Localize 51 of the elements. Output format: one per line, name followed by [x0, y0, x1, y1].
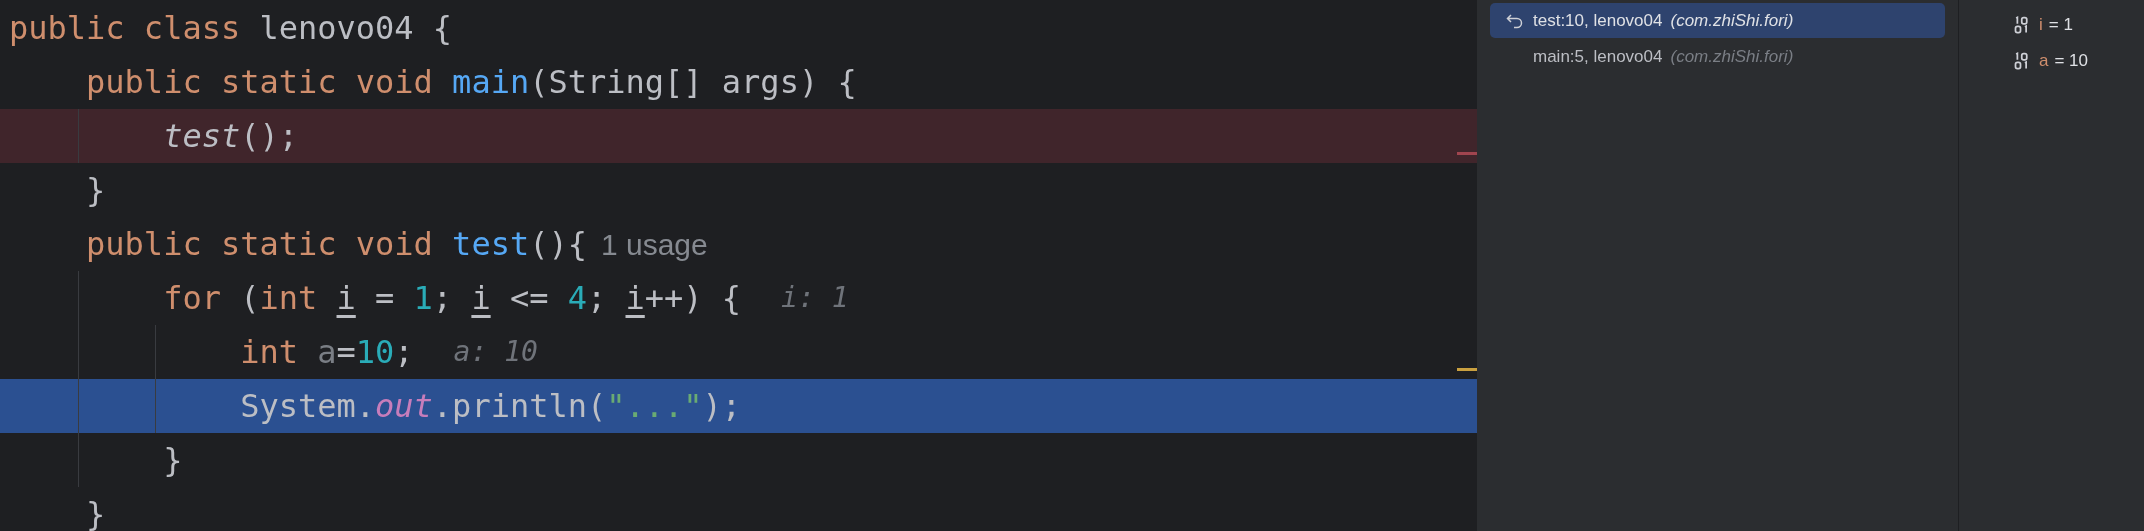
code-text: (String[] args) {	[529, 62, 857, 103]
code-text: (){	[529, 224, 587, 265]
loop-variable: i	[471, 278, 491, 319]
variable-name: a	[317, 332, 337, 373]
inline-value-hint: a: 10	[453, 334, 538, 370]
keyword: public static void	[85, 62, 434, 103]
method-call: test	[162, 116, 241, 157]
code-text: ();	[240, 116, 298, 157]
keyword: public class	[9, 8, 242, 49]
code-text: (	[240, 278, 260, 319]
code-text: lenovo04 {	[259, 8, 453, 49]
keyword: for	[162, 278, 222, 319]
return-arrow-icon	[1506, 12, 1524, 29]
keyword: public static void	[85, 224, 434, 265]
loop-variable: i	[625, 278, 645, 319]
variable-value: = 10	[2054, 50, 2089, 73]
code-text: System.	[239, 386, 376, 427]
code-text: =	[374, 278, 396, 319]
code-text: );	[702, 386, 742, 427]
variable-name: a	[2039, 50, 2049, 73]
keyword: int	[239, 332, 299, 373]
string-literal: "..."	[606, 386, 703, 427]
code-text: ++) {	[644, 278, 742, 319]
code-text: ;	[432, 278, 454, 319]
code-text: }	[85, 494, 106, 531]
frame-package: (com.zhiShi.fori)	[1670, 9, 1794, 32]
method-name: test	[452, 224, 530, 265]
code-text: }	[162, 440, 183, 481]
frame-package: (com.zhiShi.fori)	[1670, 45, 1794, 68]
frame-location: main:5, lenovo04	[1533, 45, 1663, 68]
code-editor[interactable]: public class lenovo04 { public static void main(String[] args) { test(); } public static void test(){ 1 usage for (int i = 1; i <= 4; i++) { i: 1 int a=10; a: 10 System.out.println("..."); } }	[0, 0, 1477, 531]
static-field: out	[375, 382, 433, 430]
code-text: .println(	[432, 386, 607, 427]
code-text: ;	[586, 278, 608, 319]
stack-frame[interactable]: main:5, lenovo04 (com.zhiShi.fori)	[1490, 39, 1945, 74]
code-text: =	[336, 332, 356, 373]
keyword: int	[259, 278, 319, 319]
stack-frame[interactable]: test:10, lenovo04 (com.zhiShi.fori)	[1490, 3, 1945, 38]
code-text: <=	[508, 278, 550, 319]
code-text: ;	[394, 332, 414, 373]
code-text: }	[85, 170, 106, 211]
variable-value: = 1	[2048, 14, 2073, 37]
method-name: main	[452, 62, 530, 103]
variable-name: i	[2039, 14, 2043, 37]
loop-variable: i	[336, 278, 356, 319]
usage-hint: 1 usage	[600, 226, 708, 263]
number-literal: 10	[355, 332, 395, 373]
frame-location: test:10, lenovo04	[1533, 9, 1663, 32]
number-literal: 4	[567, 278, 587, 319]
inline-value-hint: i: 1	[781, 280, 849, 316]
number-literal: 1	[413, 278, 433, 319]
